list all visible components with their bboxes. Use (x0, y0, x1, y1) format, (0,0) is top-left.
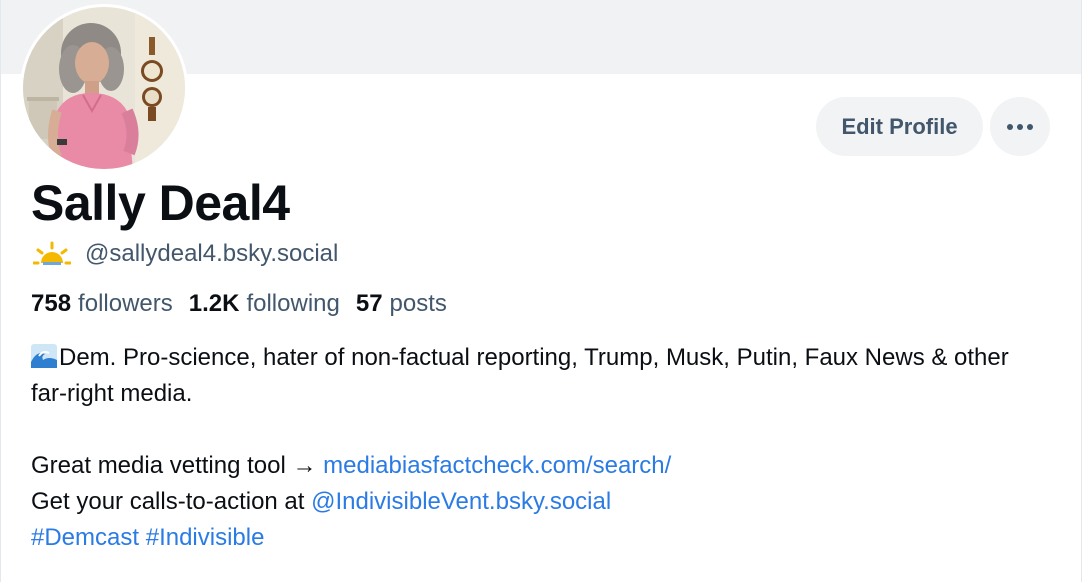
following-label[interactable]: following (246, 290, 339, 318)
profile-stats: 758 followers 1.2K following 57 posts (31, 287, 463, 321)
edit-profile-button[interactable]: Edit Profile (816, 97, 983, 156)
bio-tool-prefix: Great media vetting tool → (31, 452, 324, 479)
indivisiblevent-mention-link[interactable]: @IndivisibleVent.bsky.social (311, 488, 611, 515)
sun-behind-cloud-icon (33, 241, 71, 265)
handle-row: @sallydeal4.bsky.social (33, 238, 338, 270)
mediabiasfactcheck-link[interactable]: mediabiasfactcheck.com/search/ (323, 452, 671, 479)
posts-label: posts (389, 290, 447, 317)
followers-count[interactable]: 758 (31, 290, 71, 318)
followers-label[interactable]: followers (78, 290, 173, 318)
bio-cta-prefix: Get your calls-to-action at (31, 488, 312, 515)
ellipsis-icon (1007, 123, 1033, 130)
following-count[interactable]: 1.2K (189, 290, 240, 318)
bio-text-1: Dem. Pro-science, hater of non-factual r… (31, 344, 1009, 407)
profile-photo (23, 7, 185, 169)
profile-bio: Dem. Pro-science, hater of non-factual r… (31, 340, 1051, 556)
bio-line-1: Dem. Pro-science, hater of non-factual r… (31, 340, 1051, 412)
bio-line-tool: Great media vetting tool → mediabiasfact… (31, 448, 1051, 484)
profile-handle[interactable]: @sallydeal4.bsky.social (85, 240, 338, 268)
avatar[interactable] (20, 4, 188, 172)
water-wave-icon (31, 344, 57, 368)
posts-count: 57 (355, 290, 383, 317)
more-options-button[interactable] (990, 97, 1050, 156)
hashtag-indivisible-link[interactable]: #Indivisible (146, 524, 265, 551)
bio-line-hashtags: #Demcast #Indivisible (31, 520, 1051, 556)
bio-line-cta: Get your calls-to-action at @Indivisible… (31, 484, 1051, 520)
display-name: Sally Deal4 (31, 175, 290, 231)
bio-spacer (31, 412, 1051, 448)
hashtag-demcast-link[interactable]: #Demcast (31, 524, 139, 551)
